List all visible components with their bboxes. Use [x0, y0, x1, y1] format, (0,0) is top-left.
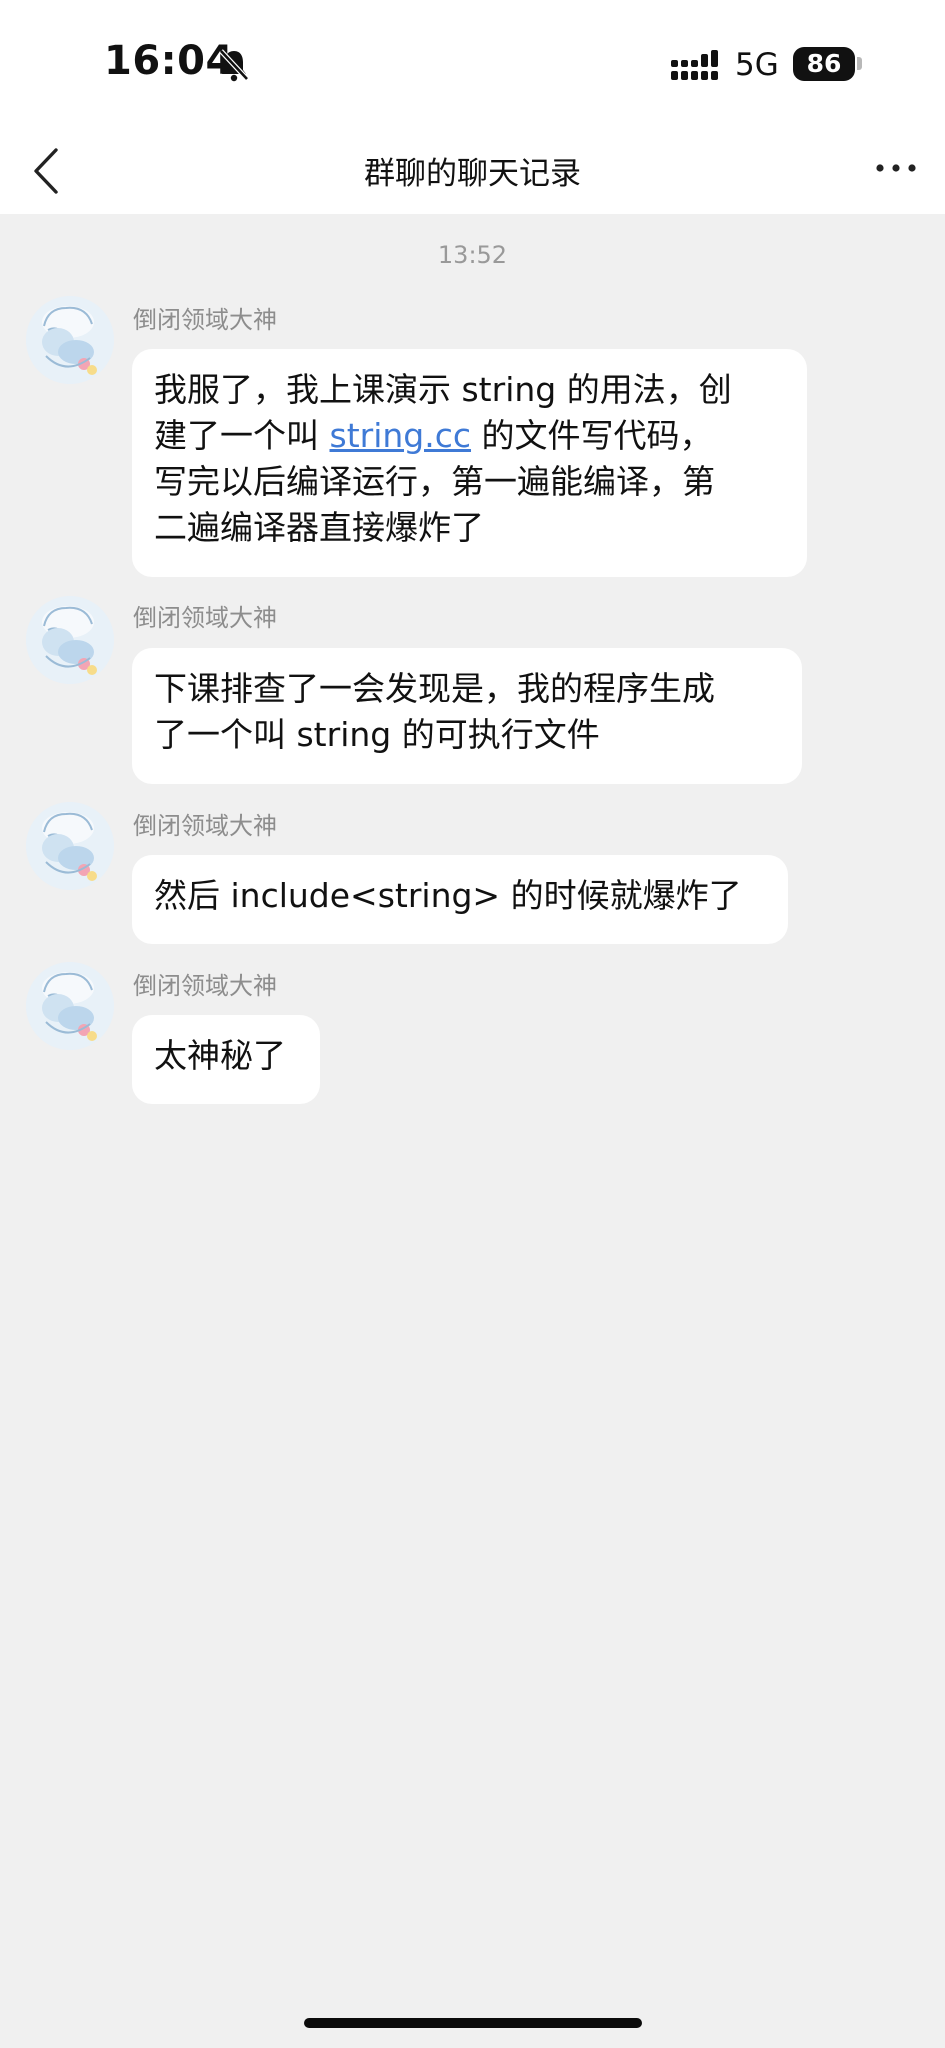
sender-name: 倒闭领域大神 — [133, 972, 277, 1000]
file-link[interactable]: string.cc — [330, 416, 472, 455]
more-dots-icon[interactable] — [875, 158, 917, 178]
avatar-illustration — [26, 802, 114, 890]
message-line: 我服了，我上课演示 string 的用法，创 — [154, 370, 732, 409]
avatar-illustration — [26, 596, 114, 684]
cellular-signal-icon — [671, 50, 718, 80]
message-line: 写完以后编译运行，第一遍能编译，第 — [154, 462, 715, 501]
page-title: 群聊的聊天记录 — [364, 156, 581, 192]
chat-timestamp: 13:52 — [437, 241, 508, 269]
home-indicator[interactable] — [304, 2018, 642, 2028]
sender-name: 倒闭领域大神 — [133, 812, 277, 840]
message-bubble[interactable]: 下课排查了一会发现是，我的程序生成 了一个叫 string 的可执行文件 — [132, 648, 802, 784]
message-line: 下课排查了一会发现是，我的程序生成 — [154, 669, 715, 708]
network-type: 5G — [735, 47, 779, 83]
avatar-illustration — [26, 962, 114, 1050]
message-line: 然后 include<string> 的时候就爆炸了 — [154, 876, 742, 915]
message-line: 建了一个叫 string.cc 的文件写代码， — [154, 416, 713, 455]
message-bubble[interactable]: 太神秘了 — [132, 1015, 320, 1104]
avatar[interactable] — [26, 596, 114, 684]
sender-name: 倒闭领域大神 — [133, 604, 277, 632]
status-time: 16:04 — [104, 38, 234, 84]
message-bubble[interactable]: 然后 include<string> 的时候就爆炸了 — [132, 855, 788, 944]
avatar[interactable] — [26, 962, 114, 1050]
avatar[interactable] — [26, 802, 114, 890]
message-bubble[interactable]: 我服了，我上课演示 string 的用法，创 建了一个叫 string.cc 的… — [132, 349, 807, 577]
message-line: 太神秘了 — [154, 1036, 286, 1075]
avatar[interactable] — [26, 296, 114, 384]
nav-bar: 群聊的聊天记录 — [0, 130, 945, 214]
sender-name: 倒闭领域大神 — [133, 306, 277, 334]
bell-muted-icon — [219, 49, 249, 82]
message-line: 了一个叫 string 的可执行文件 — [154, 715, 600, 754]
status-bar: 16:04 5G 86 — [0, 0, 945, 130]
battery-level: 86 — [793, 47, 855, 81]
battery-nub — [857, 57, 862, 70]
message-line: 二遍编译器直接爆炸了 — [154, 508, 484, 547]
avatar-illustration — [26, 296, 114, 384]
